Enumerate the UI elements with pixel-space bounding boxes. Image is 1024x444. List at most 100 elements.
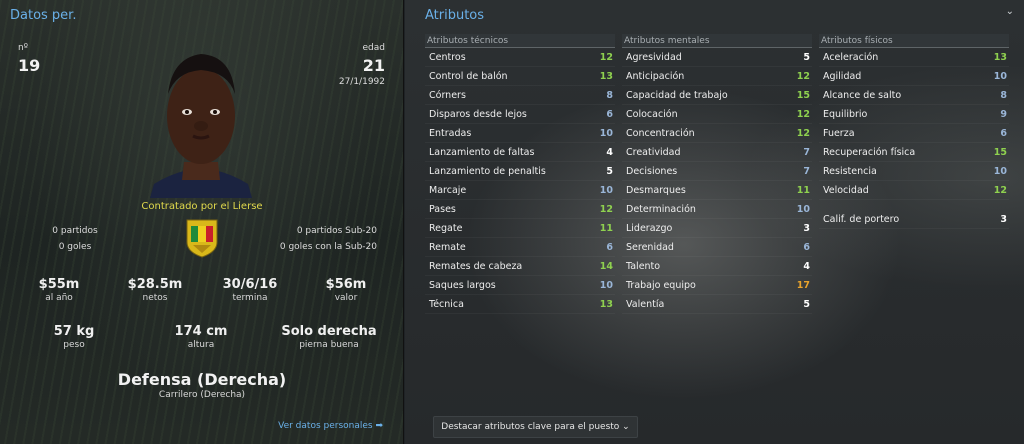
player-role: Carrilero (Derecha) — [158, 390, 246, 400]
physical-attributes: Atributos físicos Aceleración 13 Agilidad 1… — [819, 34, 1009, 229]
highlight-key-attributes-button[interactable]: Destacar atributos clave para el puesto … — [433, 416, 638, 438]
attribute-row[interactable]: Anticipación 12 — [622, 67, 812, 86]
attribute-value: 14 — [599, 261, 613, 272]
preferred-foot-value: Solo derecha — [281, 324, 377, 339]
attribute-label: Concentración — [626, 128, 695, 139]
attribute-value: 11 — [796, 185, 810, 196]
attribute-row[interactable]: Resistencia 10 — [819, 162, 1009, 181]
birthdate: 27/1/1992 — [338, 77, 385, 87]
attribute-label: Saques largos — [429, 280, 496, 291]
attribute-row[interactable]: Serenidad 6 — [622, 238, 812, 257]
physical-header: Atributos físicos — [819, 34, 1009, 48]
attribute-row[interactable]: Lanzamiento de penaltis 5 — [425, 162, 615, 181]
attribute-row[interactable]: Recuperación física 15 — [819, 143, 1009, 162]
attribute-value: 10 — [993, 166, 1007, 177]
mali-crest-icon — [185, 218, 219, 258]
attribute-label: Regate — [429, 223, 463, 234]
contract-status: Contratado por el Lierse — [141, 201, 263, 212]
goalkeeper-rating-value: 3 — [1000, 214, 1007, 225]
attribute-label: Colocación — [626, 109, 678, 120]
height-value: 174 cm — [174, 324, 228, 339]
number-value: 19 — [18, 56, 41, 75]
attribute-row[interactable]: Regate 11 — [425, 219, 615, 238]
attribute-value: 10 — [599, 128, 613, 139]
attribute-label: Decisiones — [626, 166, 678, 177]
attribute-row[interactable]: Fuerza 6 — [819, 124, 1009, 143]
attribute-label: Remate — [429, 242, 466, 253]
attribute-label: Talento — [626, 261, 661, 272]
attribute-label: Disparos desde lejos — [429, 109, 527, 120]
attribute-row[interactable]: Equilibrio 9 — [819, 105, 1009, 124]
attribute-row[interactable]: Córners 8 — [425, 86, 615, 105]
attribute-row[interactable]: Aceleración 13 — [819, 48, 1009, 67]
attribute-row[interactable]: Remate 6 — [425, 238, 615, 257]
matches-played: 0 partidos — [52, 226, 98, 236]
attribute-row[interactable]: Creatividad 7 — [622, 143, 812, 162]
attribute-value: 12 — [796, 128, 810, 139]
attribute-value: 10 — [993, 71, 1007, 82]
attribute-row[interactable]: Centros 12 — [425, 48, 615, 67]
attribute-label: Serenidad — [626, 242, 674, 253]
attribute-value: 10 — [599, 280, 613, 291]
attribute-row[interactable]: Lanzamiento de faltas 4 — [425, 143, 615, 162]
u20-matches: 0 partidos Sub-20 — [296, 226, 377, 236]
attribute-row[interactable]: Liderazgo 3 — [622, 219, 812, 238]
attribute-label: Valentía — [626, 299, 665, 310]
attribute-value: 15 — [796, 90, 810, 101]
attribute-row[interactable]: Decisiones 7 — [622, 162, 812, 181]
attribute-row[interactable]: Técnica 13 — [425, 295, 615, 314]
player-value-value: $56m — [325, 277, 367, 292]
technical-header: Atributos técnicos — [425, 34, 615, 48]
attribute-label: Agresividad — [626, 52, 682, 63]
attribute-row[interactable]: Disparos desde lejos 6 — [425, 105, 615, 124]
mental-attributes: Atributos mentales Agresividad 5 Anticipac… — [622, 34, 812, 314]
attribute-row[interactable]: Saques largos 10 — [425, 276, 615, 295]
attribute-row[interactable]: Remates de cabeza 14 — [425, 257, 615, 276]
attribute-label: Alcance de salto — [823, 90, 902, 101]
attribute-value: 13 — [993, 52, 1007, 63]
weight-value: 57 kg — [53, 324, 95, 339]
view-personal-data-link[interactable]: Ver datos personales ➡ — [278, 421, 383, 431]
attribute-value: 8 — [606, 90, 613, 101]
attribute-value: 7 — [803, 166, 810, 177]
mental-header: Atributos mentales — [622, 34, 812, 48]
net-salary-label: netos — [142, 293, 168, 303]
player-value: $56m valor — [296, 277, 396, 303]
attribute-row[interactable]: Pases 12 — [425, 200, 615, 219]
attribute-row[interactable]: Agilidad 10 — [819, 67, 1009, 86]
preferred-foot: Solo derecha pierna buena — [279, 324, 379, 350]
attribute-row[interactable]: Capacidad de trabajo 15 — [622, 86, 812, 105]
attribute-row[interactable]: Entradas 10 — [425, 124, 615, 143]
attribute-row[interactable]: Colocación 12 — [622, 105, 812, 124]
attribute-row[interactable]: Control de balón 13 — [425, 67, 615, 86]
attribute-row[interactable]: Trabajo equipo 17 — [622, 276, 812, 295]
attribute-row[interactable]: Valentía 5 — [622, 295, 812, 314]
attribute-label: Anticipación — [626, 71, 685, 82]
attribute-label: Técnica — [429, 299, 464, 310]
salary-label: al año — [45, 293, 73, 303]
attribute-value: 12 — [993, 185, 1007, 196]
attribute-label: Capacidad de trabajo — [626, 90, 728, 101]
attribute-value: 4 — [803, 261, 810, 272]
age-label: edad — [362, 43, 385, 53]
attribute-value: 6 — [803, 242, 810, 253]
salary: $55m al año — [9, 277, 109, 303]
attribute-row[interactable]: Agresividad 5 — [622, 48, 812, 67]
attribute-row[interactable]: Concentración 12 — [622, 124, 812, 143]
attribute-row[interactable]: Marcaje 10 — [425, 181, 615, 200]
attribute-label: Recuperación física — [823, 147, 916, 158]
chevron-down-icon[interactable]: ⌄ — [1006, 6, 1014, 17]
attribute-value: 11 — [599, 223, 613, 234]
attribute-value: 15 — [993, 147, 1007, 158]
attribute-row[interactable]: Alcance de salto 8 — [819, 86, 1009, 105]
weight: 57 kg peso — [24, 324, 124, 350]
attribute-label: Pases — [429, 204, 456, 215]
attribute-row[interactable]: Velocidad 12 — [819, 181, 1009, 200]
attribute-value: 6 — [606, 242, 613, 253]
attribute-label: Desmarques — [626, 185, 686, 196]
attribute-label: Creatividad — [626, 147, 681, 158]
attribute-row[interactable]: Desmarques 11 — [622, 181, 812, 200]
attribute-row[interactable]: Determinación 10 — [622, 200, 812, 219]
attribute-value: 10 — [599, 185, 613, 196]
attribute-row[interactable]: Talento 4 — [622, 257, 812, 276]
